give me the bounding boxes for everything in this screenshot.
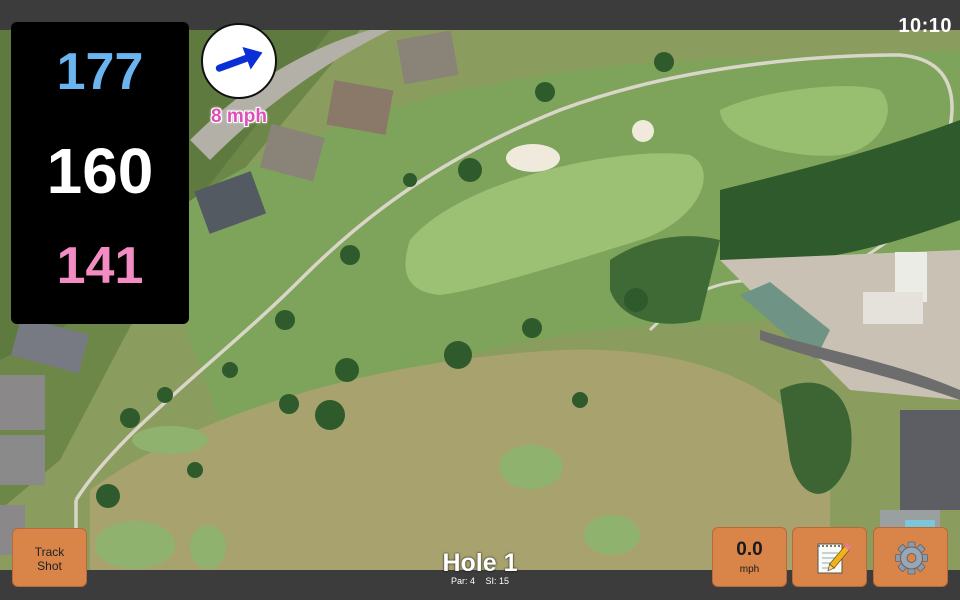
hole-par: Par: 4	[450, 576, 475, 586]
speed-button[interactable]: 0.0 mph	[712, 527, 787, 587]
track-shot-label-line1: Track	[34, 545, 65, 559]
notepad-icon	[817, 543, 852, 574]
hole-info: Par: 4 SI: 15	[380, 576, 580, 586]
track-shot-button[interactable]: Track Shot	[12, 528, 87, 587]
front-distance: 141	[56, 237, 144, 295]
hole-stroke-index: SI: 15	[485, 576, 510, 586]
distance-panel: 177 160 141	[11, 22, 189, 324]
arrow-right-icon	[215, 46, 263, 72]
wind-direction-dial	[201, 23, 277, 99]
speed-unit: mph	[739, 564, 760, 575]
notes-button[interactable]	[792, 527, 867, 587]
back-distance: 177	[56, 43, 144, 101]
speed-value: 0.0	[736, 539, 763, 560]
gear-icon	[895, 541, 928, 575]
settings-button[interactable]	[873, 527, 948, 587]
wind-speed: 8 mph	[211, 106, 267, 127]
hole-title: Hole 1	[442, 549, 518, 577]
middle-distance: 160	[46, 135, 154, 207]
track-shot-label-line2: Shot	[37, 559, 62, 573]
clock: 10:10	[898, 15, 952, 37]
